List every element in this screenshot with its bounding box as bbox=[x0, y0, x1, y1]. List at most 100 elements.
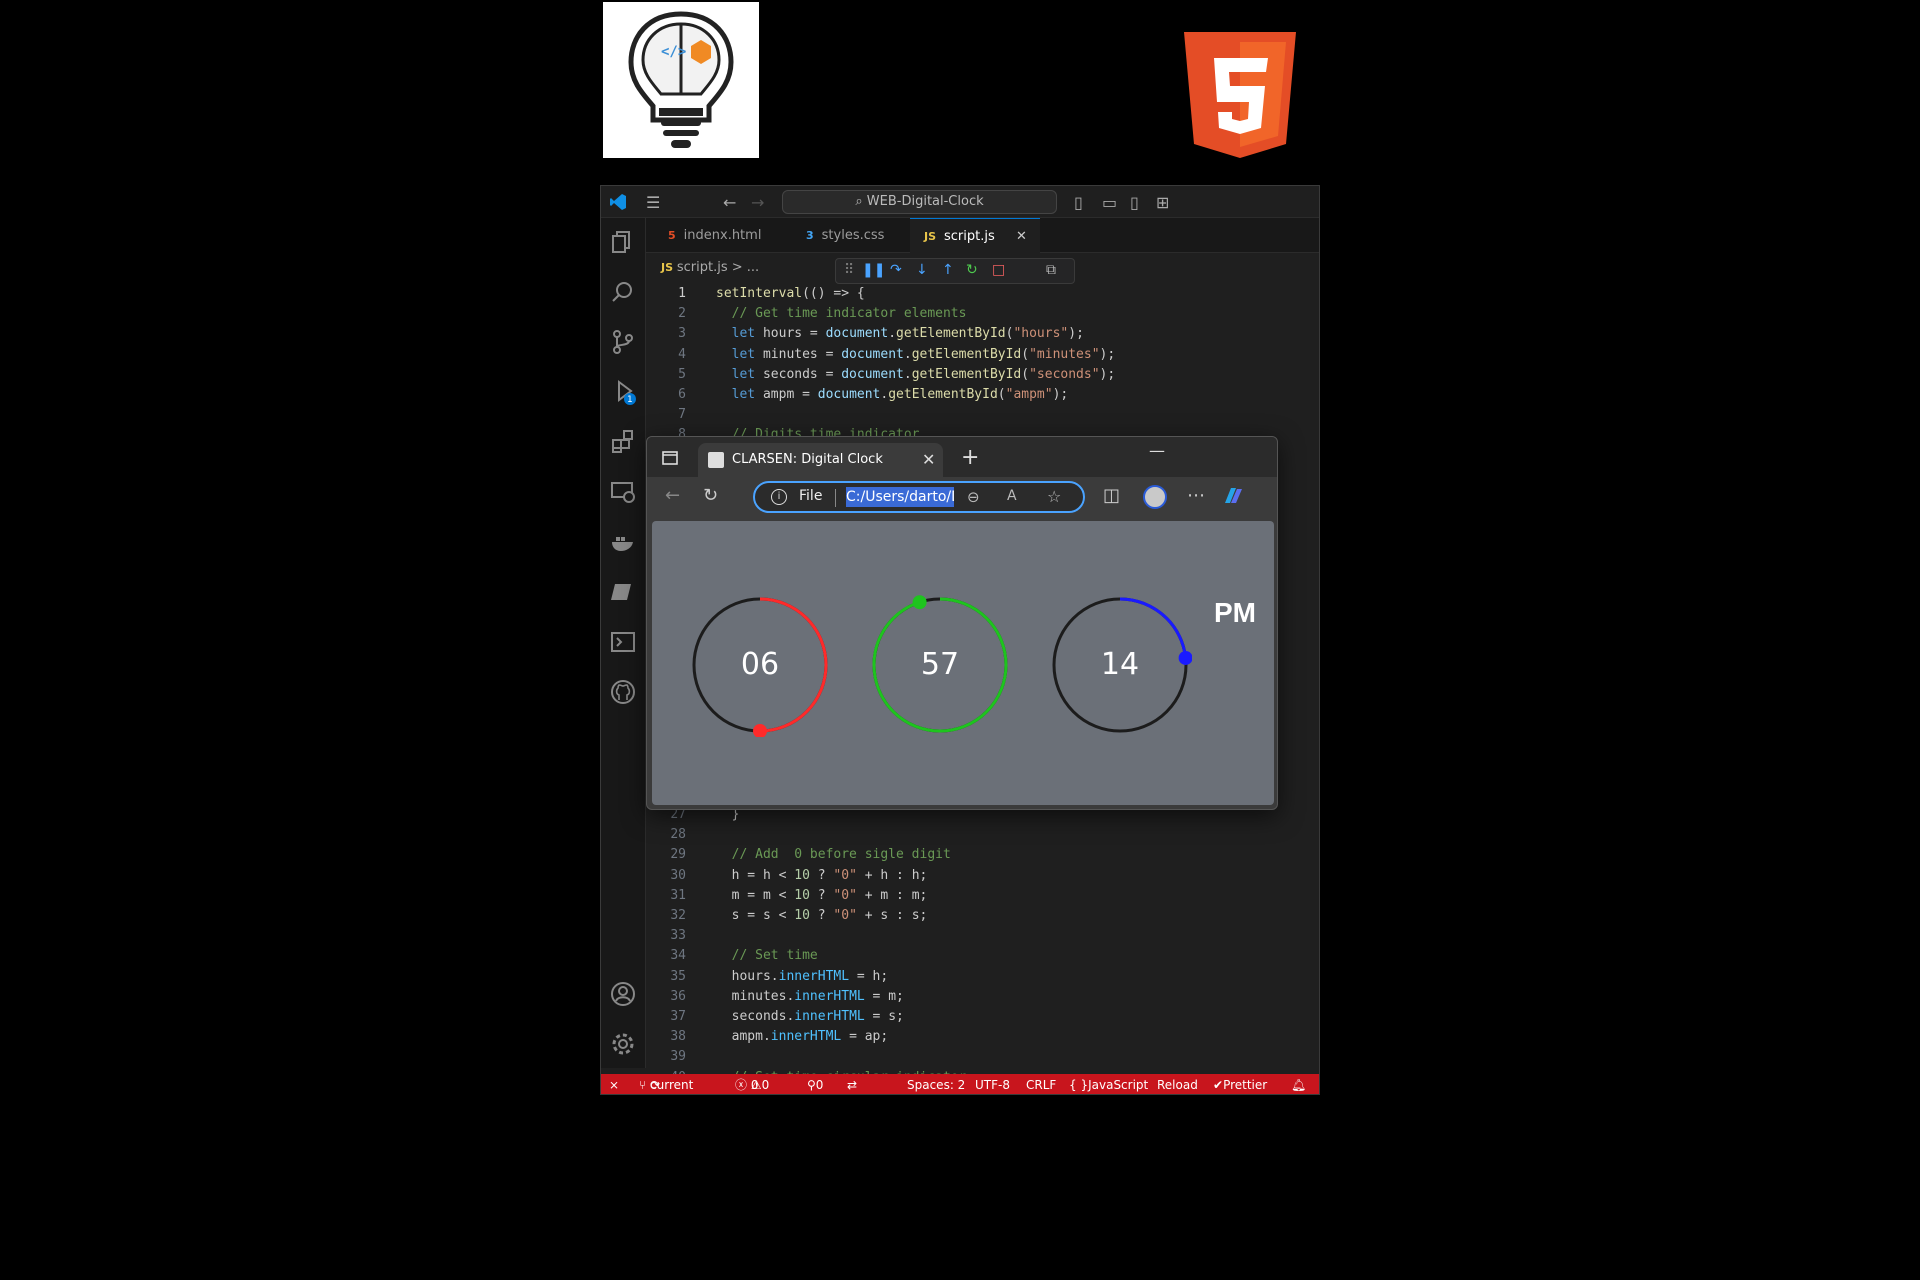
minutes-ring: 57 bbox=[868, 593, 1012, 737]
code-line[interactable]: 6 let ampm = document.getElementById("am… bbox=[646, 387, 1319, 407]
language-status[interactable]: { } JavaScript bbox=[1069, 1074, 1148, 1094]
hours-ring: 06 bbox=[688, 593, 832, 737]
menu-icon[interactable]: ☰ bbox=[646, 193, 660, 212]
line-number: 28 bbox=[670, 827, 686, 843]
drag-handle-icon[interactable]: ⠿ bbox=[844, 262, 854, 278]
restart-icon[interactable]: ↻ bbox=[966, 262, 978, 278]
line-number: 39 bbox=[670, 1049, 686, 1065]
code-line[interactable]: 28 bbox=[646, 827, 1319, 847]
browser-tab-strip: CLARSEN: Digital Clock ✕ + — bbox=[647, 437, 1277, 477]
eol-status[interactable]: CRLF bbox=[1026, 1074, 1056, 1094]
clock-page: 06 57 14 PM bbox=[652, 521, 1274, 805]
tab-actions-icon[interactable] bbox=[662, 451, 678, 465]
code-line[interactable]: 2 // Get time indicator elements bbox=[646, 306, 1319, 326]
step-out-icon[interactable]: ↑ bbox=[942, 262, 954, 278]
toggle-primary-sidebar-icon[interactable]: ▯ bbox=[1074, 193, 1083, 212]
code-line[interactable]: 36 minutes.innerHTML = m; bbox=[646, 989, 1319, 1009]
vscode-icon[interactable] bbox=[609, 193, 627, 211]
more-menu-icon[interactable]: ⋯ bbox=[1187, 485, 1205, 506]
tab-script-js[interactable]: JS script.js ✕ bbox=[910, 218, 1040, 253]
ports-status[interactable]: ⚲ 0 bbox=[807, 1074, 823, 1094]
site-info-icon[interactable]: i bbox=[771, 489, 787, 505]
code-text: // Set time bbox=[716, 948, 818, 964]
code-line[interactable]: 7 bbox=[646, 407, 1319, 427]
source-control-icon[interactable] bbox=[609, 328, 637, 356]
remote-icon[interactable]: ⨯ bbox=[609, 1074, 619, 1094]
code-line[interactable]: 35 hours.innerHTML = h; bbox=[646, 968, 1319, 989]
favorite-star-icon[interactable]: ☆ bbox=[1047, 487, 1061, 506]
zoom-icon[interactable]: ⊖ bbox=[967, 488, 980, 506]
line-number: 4 bbox=[678, 346, 686, 362]
status-bar: ⨯ ⑂ current ⟳ ⓧ 0 ⚠ 0 ⚲ 0 ⇄ Spaces: 2 UT… bbox=[601, 1074, 1319, 1094]
code-line[interactable]: 5 let seconds = document.getElementById(… bbox=[646, 367, 1319, 387]
code-line[interactable]: 32 s = s < 10 ? "0" + s : s; bbox=[646, 908, 1319, 928]
docker-icon[interactable] bbox=[609, 528, 637, 556]
activity-bar: 1 bbox=[601, 218, 646, 1068]
read-aloud-icon[interactable]: A bbox=[1007, 488, 1017, 504]
back-arrow-icon[interactable]: ← bbox=[665, 485, 680, 506]
warning-count: 0 bbox=[761, 1078, 770, 1092]
code-line[interactable]: 3 let hours = document.getElementById("h… bbox=[646, 326, 1319, 346]
live-share-status-icon[interactable]: ⇄ bbox=[847, 1074, 857, 1094]
extensions-icon[interactable] bbox=[609, 428, 637, 456]
address-url[interactable]: C:/Users/darto/D bbox=[846, 487, 954, 507]
toggle-secondary-sidebar-icon[interactable]: ▯ bbox=[1130, 193, 1139, 212]
address-bar[interactable]: i File C:/Users/darto/D ⊖ A ☆ bbox=[753, 481, 1085, 513]
settings-gear-icon[interactable] bbox=[609, 1030, 637, 1058]
browser-tab[interactable]: CLARSEN: Digital Clock ✕ bbox=[698, 443, 943, 477]
forward-arrow-icon[interactable]: → bbox=[751, 193, 764, 212]
pause-icon[interactable]: ❚❚ bbox=[862, 262, 885, 278]
code-line[interactable]: 37 seconds.innerHTML = s; bbox=[646, 1009, 1319, 1029]
stop-icon[interactable]: □ bbox=[992, 262, 1005, 278]
code-line[interactable]: 34 // Set time bbox=[646, 948, 1319, 968]
close-tab-icon[interactable]: ✕ bbox=[922, 443, 935, 477]
live-share-icon[interactable] bbox=[609, 578, 637, 606]
ports-count: 0 bbox=[815, 1078, 824, 1092]
github-icon[interactable] bbox=[609, 678, 637, 706]
accounts-icon[interactable] bbox=[609, 980, 637, 1008]
toggle-panel-icon[interactable]: ▭ bbox=[1102, 193, 1117, 212]
step-over-icon[interactable]: ↷ bbox=[890, 262, 902, 278]
code-line[interactable]: 31 m = m < 10 ? "0" + m : m; bbox=[646, 888, 1319, 908]
customize-layout-icon[interactable]: ⊞ bbox=[1156, 193, 1169, 212]
inspect-icon[interactable]: ⧉ bbox=[1046, 262, 1056, 278]
line-number: 32 bbox=[670, 908, 686, 923]
indent-status[interactable]: Spaces: 2 bbox=[907, 1074, 965, 1094]
search-icon[interactable] bbox=[609, 278, 637, 306]
remote-explorer-icon[interactable] bbox=[609, 478, 637, 506]
encoding-status[interactable]: UTF-8 bbox=[975, 1074, 1010, 1094]
prettier-status[interactable]: ✔ Prettier bbox=[1213, 1074, 1267, 1094]
code-text: h = h < 10 ? "0" + h : h; bbox=[716, 867, 928, 883]
notifications-bell-icon[interactable]: 🔔︎ bbox=[1291, 1074, 1306, 1094]
refresh-icon[interactable]: ↻ bbox=[703, 485, 718, 506]
tab-index-html[interactable]: 5 indenx.html bbox=[654, 218, 784, 253]
code-line[interactable]: 29 // Add 0 before sigle digit bbox=[646, 847, 1319, 867]
profile-avatar[interactable] bbox=[1143, 485, 1167, 509]
back-arrow-icon[interactable]: ← bbox=[723, 193, 736, 212]
step-into-icon[interactable]: ↓ bbox=[916, 262, 928, 278]
run-debug-icon[interactable] bbox=[609, 378, 637, 406]
new-tab-icon[interactable]: + bbox=[961, 445, 979, 470]
code-line[interactable]: 39 bbox=[646, 1049, 1319, 1069]
code-line[interactable]: 27 } bbox=[646, 807, 1319, 827]
code-line[interactable]: 38 ampm.innerHTML = ap; bbox=[646, 1029, 1319, 1049]
problems-status[interactable]: ⓧ 0 ⚠ 0 bbox=[735, 1074, 769, 1094]
code-line[interactable]: 30 h = h < 10 ? "0" + h : h; bbox=[646, 867, 1319, 888]
line-number: 30 bbox=[670, 867, 686, 883]
code-line[interactable]: 1 setInterval(() => { bbox=[646, 286, 1319, 306]
split-screen-icon[interactable]: ◫ bbox=[1103, 485, 1120, 506]
reload-status[interactable]: Reload bbox=[1157, 1074, 1198, 1094]
terminal-icon[interactable] bbox=[609, 628, 637, 656]
address-scheme-label: File bbox=[799, 488, 823, 504]
branch-status[interactable]: ⑂ current ⟳ bbox=[639, 1074, 693, 1094]
tab-styles-css[interactable]: 3 styles.css bbox=[792, 218, 902, 253]
copilot-icon[interactable] bbox=[1221, 485, 1245, 507]
code-line[interactable]: 33 bbox=[646, 928, 1319, 948]
command-center-search[interactable]: ⌕ WEB-Digital-Clock bbox=[782, 190, 1057, 214]
breadcrumb-path[interactable]: script.js > ... bbox=[677, 260, 759, 275]
line-number: 35 bbox=[670, 968, 686, 984]
code-line[interactable]: 4 let minutes = document.getElementById(… bbox=[646, 346, 1319, 367]
close-tab-icon[interactable]: ✕ bbox=[1016, 219, 1027, 254]
explorer-icon[interactable] bbox=[609, 228, 637, 256]
minimize-icon[interactable]: — bbox=[1149, 441, 1165, 460]
